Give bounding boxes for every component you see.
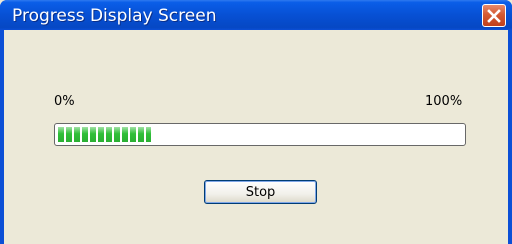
progress-bar: [54, 123, 466, 146]
progress-min-label: 0%: [54, 94, 75, 109]
progress-track: [58, 127, 462, 142]
progress-dialog: Progress Display Screen 0% 100% Stop: [0, 0, 512, 244]
progress-fill: [58, 127, 151, 142]
close-button[interactable]: [482, 4, 506, 27]
progress-max-label: 100%: [425, 94, 463, 109]
close-icon: [487, 8, 501, 23]
title-bar[interactable]: Progress Display Screen: [0, 0, 512, 30]
stop-button[interactable]: Stop: [204, 180, 317, 204]
window-title: Progress Display Screen: [12, 6, 217, 26]
